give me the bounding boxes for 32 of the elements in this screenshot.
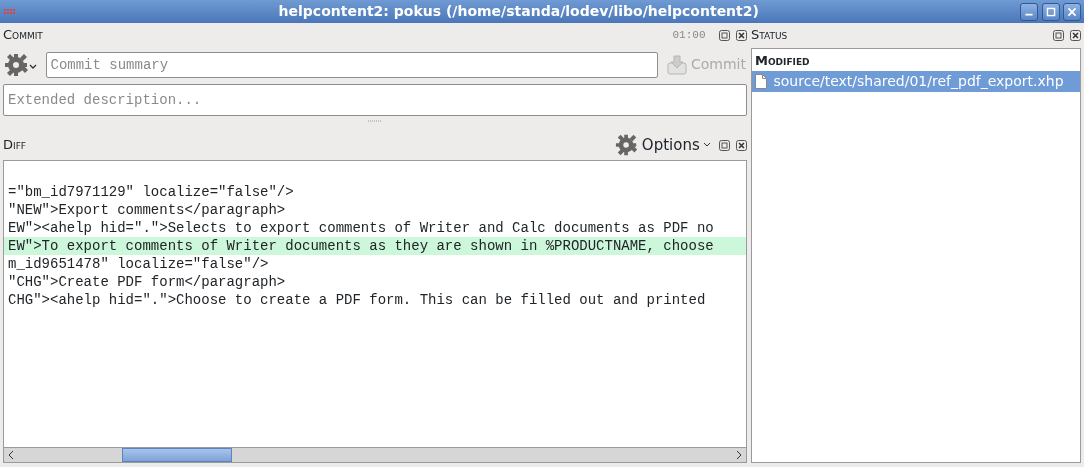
group-heading: Modified	[755, 53, 810, 69]
close-icon[interactable]	[736, 139, 747, 151]
download-icon	[665, 53, 688, 76]
timer: 01:00	[672, 27, 706, 43]
panel-title: Diff	[3, 136, 28, 155]
splitter-handle[interactable]	[367, 119, 383, 124]
code-line: m_id9651478" localize="false"/>	[7, 255, 270, 274]
code-line: "NEW">Export comments</paragraph>	[7, 201, 287, 220]
commit-summary-field[interactable]: Commit summary	[45, 51, 659, 78]
close-icon[interactable]	[736, 29, 747, 41]
description-field[interactable]: Extended description...	[3, 84, 747, 116]
file-item[interactable]: source/text/shared/01/ref_pdf_export.xhp	[752, 70, 1080, 92]
close-button[interactable]	[1062, 2, 1081, 21]
code-line: CHG"><ahelp hid=".">Choose to create a PDF form. This can be filled out and printed	[7, 291, 707, 310]
caret-icon	[703, 142, 711, 148]
file-icon	[755, 73, 767, 89]
code-line: "CHG">Create PDF form</paragraph>	[7, 273, 287, 292]
minimize-button[interactable]	[1020, 2, 1039, 21]
options-button[interactable]: Options	[613, 132, 712, 158]
close-icon[interactable]	[1070, 29, 1081, 41]
gear-icon	[614, 133, 639, 157]
float-icon[interactable]	[1052, 29, 1064, 41]
code-line: EW"><ahelp hid=".">Selects to export comments of Writer and Calc documents as PDF no	[7, 219, 715, 238]
gear-icon[interactable]	[3, 52, 39, 77]
code-line: ="bm_id7971129" localize="false"/>	[7, 183, 295, 202]
float-icon[interactable]	[718, 139, 730, 151]
window-title: helpcontent2: pokus (/home/standa/lodev/libo/helpcontent2)	[277, 2, 760, 21]
panel-title: Status	[751, 26, 789, 45]
horizontal-scrollbar[interactable]	[3, 447, 747, 463]
maximize-button[interactable]	[1041, 2, 1060, 21]
float-icon[interactable]	[718, 29, 730, 41]
panel-title: Commit	[3, 26, 44, 45]
